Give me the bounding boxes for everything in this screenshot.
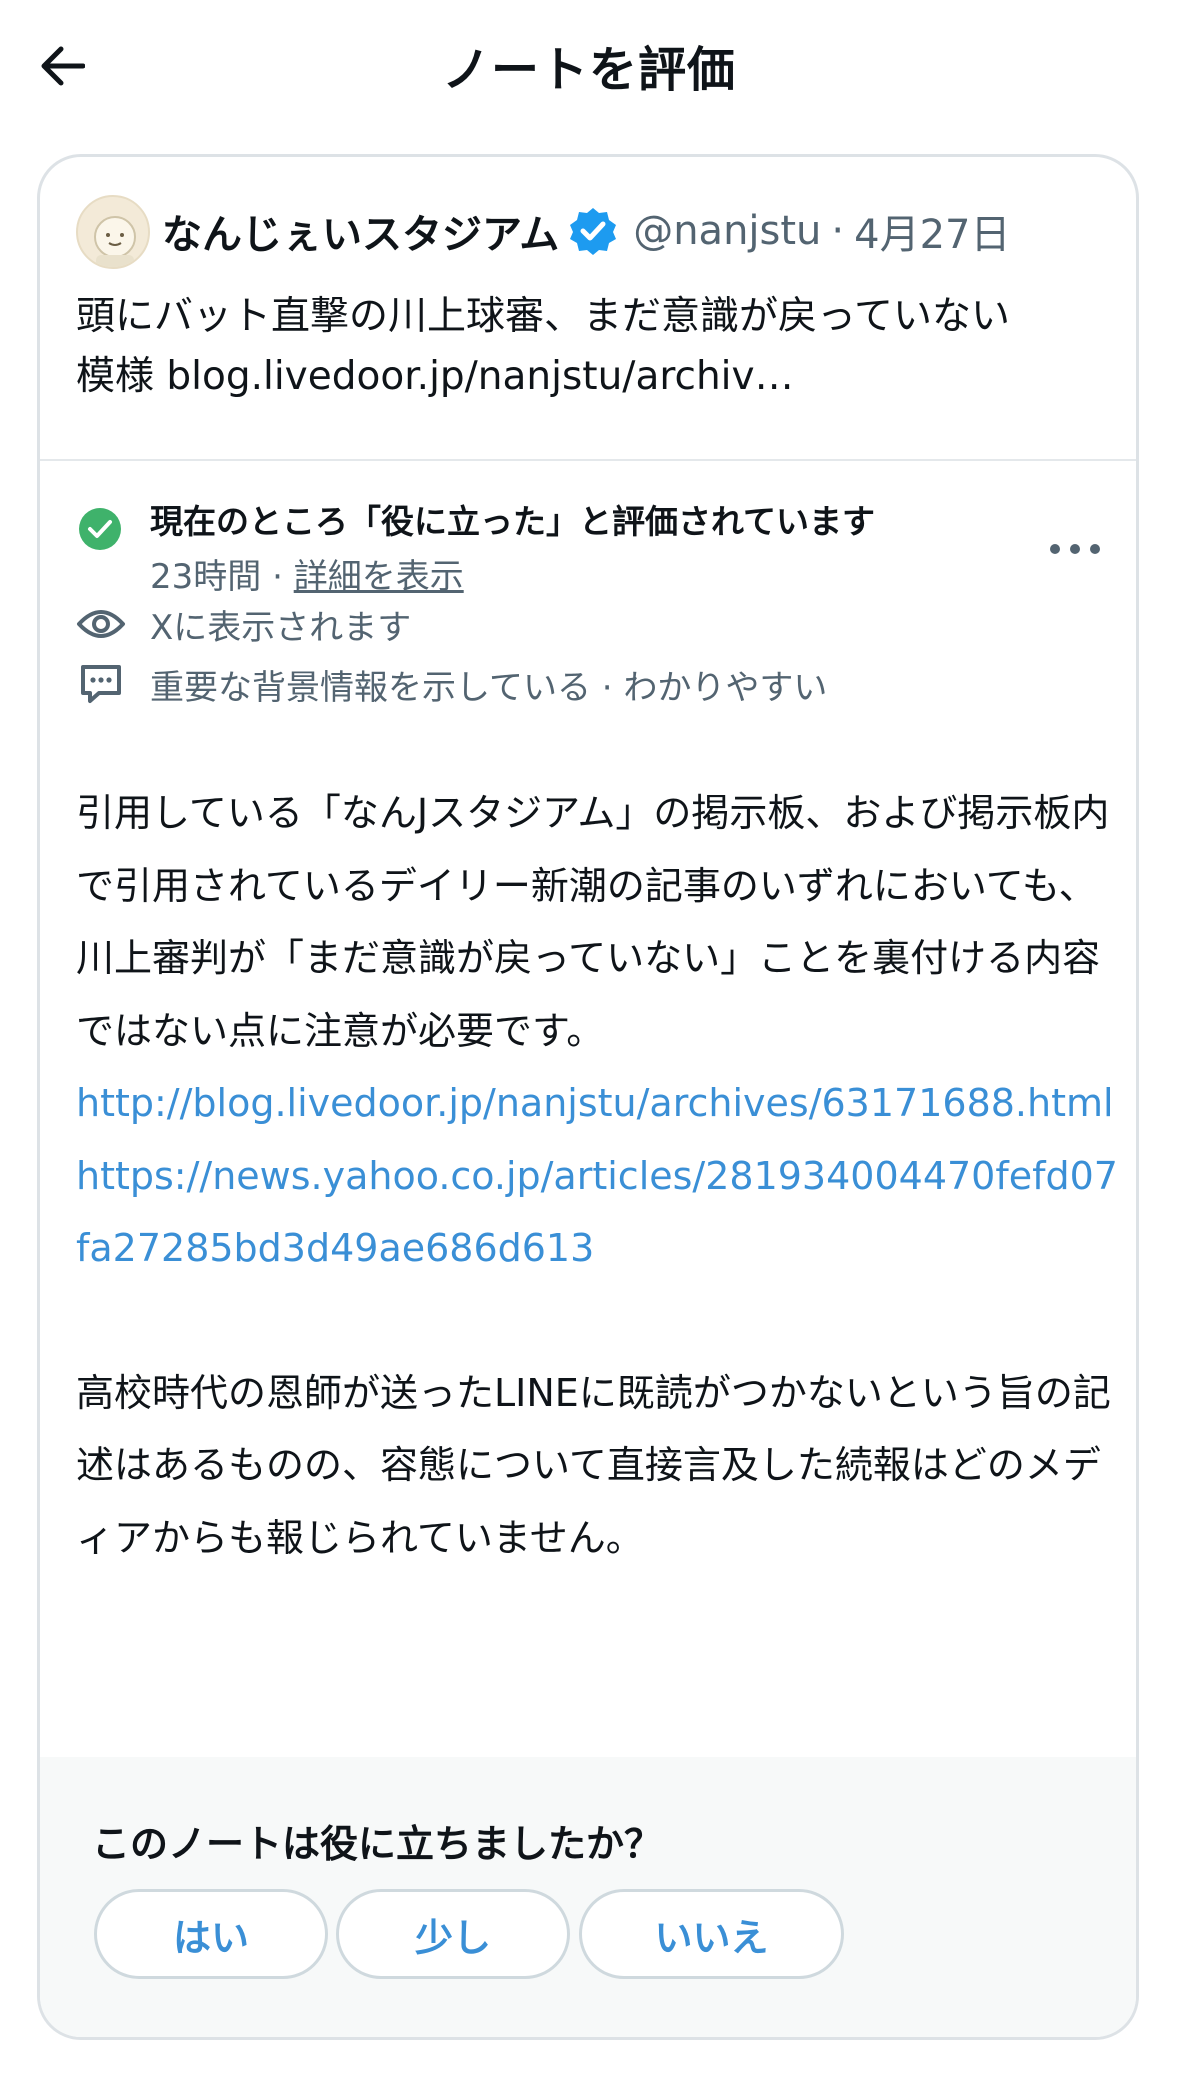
- rating-question: このノートは役に立ちましたか？: [92, 1822, 663, 1866]
- details-link[interactable]: 詳細を表示: [294, 557, 464, 597]
- note-paragraph: 引用している「なんJスタジアム」の掲示板、および掲示板内で引用されているデイリー…: [76, 791, 1110, 1053]
- avatar[interactable]: [76, 195, 150, 269]
- post-text-line: 模様 blog.livedoor.jp/nanjstu/archiv…: [76, 354, 794, 399]
- visibility-text: Xに表示されます: [150, 607, 412, 648]
- meta-separator: ·: [272, 557, 283, 597]
- post-text-line: 頭にバット直撃の川上球審、まだ意識が戻っていない: [76, 294, 1011, 339]
- visibility-row: Xに表示されます: [76, 599, 411, 649]
- page-title: ノートを評価: [441, 42, 736, 98]
- note-link[interactable]: https://news.yahoo.co.jp/articles/281934…: [76, 1140, 1126, 1285]
- separator: ·: [831, 208, 845, 254]
- avatar-illustration-icon: [94, 216, 136, 267]
- handle: @nanjstu: [633, 208, 822, 254]
- rate-no-button[interactable]: いいえ: [579, 1889, 844, 1979]
- quoted-post[interactable]: なんじぇいスタジアム @nanjstu · 4月27日 頭にバット直撃の川上球審…: [40, 157, 1136, 461]
- rate-yes-button[interactable]: はい: [94, 1889, 328, 1979]
- note-card: なんじぇいスタジアム @nanjstu · 4月27日 頭にバット直撃の川上球審…: [37, 154, 1139, 2040]
- check-circle-icon: [79, 508, 121, 550]
- note-paragraph: 高校時代の恩師が送ったLINEに既読がつかないという旨の記述はあるものの、容態に…: [76, 1370, 1111, 1560]
- tags-row: 重要な背景情報を示している · わかりやすい: [76, 659, 827, 709]
- more-options-button[interactable]: [1040, 529, 1110, 569]
- rating-panel: このノートは役に立ちましたか？ はい 少し いいえ: [40, 1757, 1136, 2037]
- post-text: 頭にバット直撃の川上球審、まだ意識が戻っていない 模様 blog.livedoo…: [76, 287, 1116, 407]
- top-bar: ノートを評価: [0, 0, 1178, 130]
- note-body: 引用している「なんJスタジアム」の掲示板、および掲示板内で引用されているデイリー…: [76, 777, 1126, 1574]
- more-horizontal-icon: [1050, 544, 1100, 554]
- note-age: 23時間: [150, 557, 262, 597]
- note-tags: 重要な背景情報を示している · わかりやすい: [150, 667, 828, 708]
- display-name[interactable]: なんじぇいスタジアム: [162, 202, 559, 260]
- note-sub-info: 23時間 · 詳細を表示: [150, 549, 464, 598]
- verified-badge-icon: [567, 205, 619, 257]
- rate-somewhat-button[interactable]: 少し: [336, 1889, 570, 1979]
- post-header: なんじぇいスタジアム @nanjstu · 4月27日: [162, 201, 1010, 261]
- note-link[interactable]: http://blog.livedoor.jp/nanjstu/archives…: [76, 1067, 1126, 1140]
- note-status: 現在のところ「役に立った」と評価されています: [150, 502, 876, 541]
- post-date: 4月27日: [854, 212, 1011, 258]
- eye-icon: [76, 599, 126, 649]
- comment-icon: [76, 659, 126, 709]
